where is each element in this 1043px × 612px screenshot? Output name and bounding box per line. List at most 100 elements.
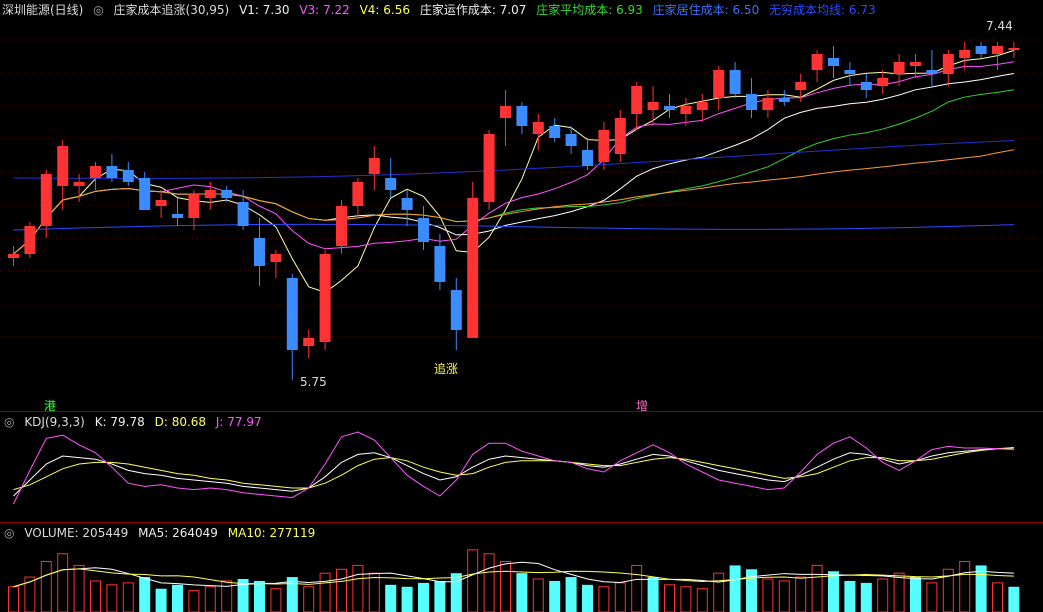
volume-bar — [598, 586, 610, 612]
kdj-d-value: D: 80.68 — [154, 415, 207, 429]
volume-bar — [729, 565, 741, 612]
kdj-k-value: K: 79.78 — [94, 415, 145, 429]
volume-bar — [401, 586, 413, 612]
candle-body — [40, 174, 52, 226]
candle-body — [795, 82, 807, 90]
high-price-label: 7.44 — [986, 19, 1013, 33]
volume-bar — [828, 571, 839, 612]
candle-body — [106, 166, 118, 178]
volume-bar — [516, 573, 528, 612]
volume-bar — [532, 578, 544, 612]
candle-body — [532, 122, 544, 134]
candle-body — [926, 70, 938, 74]
candle-body — [696, 102, 708, 110]
candle-body — [598, 130, 610, 162]
volume-bar — [418, 582, 429, 612]
candle-body — [631, 86, 643, 114]
volume-bar — [368, 572, 380, 612]
volume-title[interactable]: VOLUME: 205449 — [24, 526, 128, 540]
ma30-line — [13, 89, 1014, 255]
candle-body — [992, 46, 1003, 54]
candle-body — [188, 194, 200, 218]
candle-body — [516, 106, 528, 126]
candle-body — [467, 198, 479, 338]
volume-bar — [467, 549, 479, 612]
resident-cost-line — [13, 223, 1014, 231]
candle-body — [844, 70, 856, 74]
candle-body — [418, 218, 429, 242]
candle-body — [942, 54, 954, 74]
volume-bar — [992, 582, 1003, 612]
volume-bar — [631, 564, 643, 612]
volume-bar — [893, 572, 905, 612]
candle-body — [221, 190, 233, 198]
operating-cost: 庄家运作成本: 7.07 — [419, 3, 527, 17]
volume-bar — [910, 577, 921, 612]
candle-body — [746, 94, 757, 110]
candle-body — [303, 338, 315, 346]
avg-cost: 庄家平均成本: 6.93 — [536, 3, 643, 17]
volume-bar — [254, 580, 265, 612]
volume-bar — [352, 564, 364, 612]
candle-body — [1008, 48, 1020, 50]
candle-body — [155, 200, 167, 206]
indicator-title[interactable]: 庄家成本追涨(30,95) — [114, 3, 230, 17]
candle-body — [24, 226, 36, 254]
candle-body — [877, 78, 889, 86]
volume-bar — [811, 564, 823, 612]
kdj-j-value: J: 77.97 — [215, 415, 262, 429]
volume-bar — [483, 553, 495, 612]
candle-body — [828, 58, 839, 66]
volume-bar — [172, 584, 183, 612]
volume-bar — [746, 569, 757, 612]
toggle-icon[interactable]: ◎ — [93, 3, 103, 17]
candle-body — [73, 182, 85, 186]
candle-body — [385, 178, 397, 190]
low-price-label: 5.75 — [300, 375, 327, 389]
volume-bar — [336, 568, 347, 612]
volume-header: ◎ VOLUME: 205449 MA5: 264049 MA10: 27711… — [4, 525, 321, 541]
volume-bar — [90, 580, 101, 612]
candle-body — [811, 54, 823, 70]
candle-body — [204, 190, 216, 198]
volume-ma5: MA5: 264049 — [138, 526, 218, 540]
volume-bar — [319, 572, 331, 612]
price-chart[interactable] — [0, 0, 1043, 412]
candle-body — [778, 98, 790, 102]
chase-signal-label: 追涨 — [434, 362, 459, 376]
candle-body — [893, 62, 905, 74]
candle-body — [139, 178, 151, 210]
candle-body — [565, 134, 577, 146]
candle-body — [680, 106, 692, 114]
candle-body — [450, 290, 462, 330]
kdj-j-line — [13, 431, 1014, 505]
volume-bar — [500, 561, 511, 612]
volume-bar — [795, 576, 807, 612]
candle-body — [286, 278, 298, 350]
volume-bar — [286, 577, 298, 612]
candle-body — [122, 170, 134, 182]
volume-bar — [434, 580, 446, 612]
candle-body — [237, 202, 249, 226]
kdj-header: ◎ KDJ(9,3,3) K: 79.78 D: 80.68 J: 77.97 — [4, 414, 268, 430]
stock-name: 深圳能源(日线) — [2, 3, 84, 17]
volume-toggle-icon[interactable]: ◎ — [4, 526, 14, 540]
kdj-title[interactable]: KDJ(9,3,3) — [24, 415, 85, 429]
volume-bar — [614, 582, 626, 612]
candle-body — [8, 254, 19, 258]
volume-bar — [450, 573, 462, 612]
kdj-toggle-icon[interactable]: ◎ — [4, 415, 14, 429]
candle-body — [172, 214, 183, 218]
candle-body — [647, 102, 659, 110]
candle-body — [254, 238, 265, 266]
volume-bar — [844, 580, 856, 612]
candle-body — [582, 150, 593, 166]
v3-value: V3: 7.22 — [299, 3, 350, 17]
volume-bar — [975, 565, 987, 612]
resident-cost: 庄家居住成本: 6.50 — [652, 3, 760, 17]
candle-body — [910, 62, 921, 66]
volume-bar — [139, 577, 151, 612]
volume-bar — [73, 564, 85, 612]
candle-body — [729, 70, 741, 94]
volume-bar — [860, 582, 872, 612]
